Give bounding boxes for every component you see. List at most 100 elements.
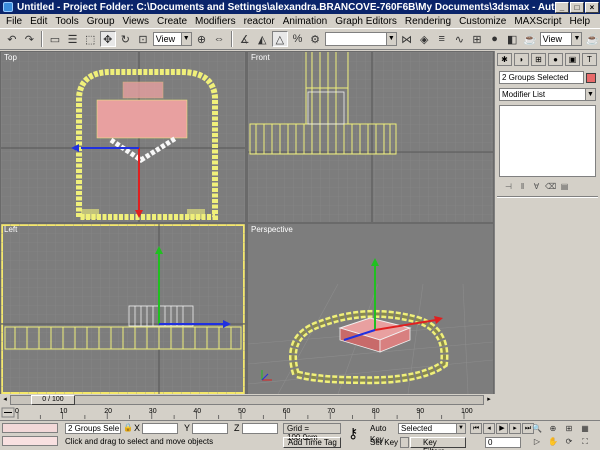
pin-stack-icon[interactable]: ⊣ (503, 181, 514, 192)
menu-group[interactable]: Group (83, 16, 119, 27)
viewport-front[interactable]: Front (248, 52, 493, 222)
render-icon[interactable]: ☕ (522, 31, 538, 47)
viewport-top[interactable]: Top (1, 52, 245, 222)
menu-views[interactable]: Views (119, 16, 154, 27)
motion-tab-icon[interactable]: ● (548, 53, 563, 66)
default-tangent-icon[interactable] (400, 437, 409, 448)
maximize-button[interactable]: □ (570, 1, 584, 13)
schematic-view-icon[interactable]: ⊞ (469, 31, 485, 47)
track-bar-menu-icon[interactable] (1, 407, 15, 418)
pan-icon[interactable]: ✋ (546, 436, 560, 447)
zoom-all-icon[interactable]: ⊕ (546, 423, 560, 434)
mirror-tool-icon[interactable]: ⋈ (399, 31, 415, 47)
menu-help[interactable]: Help (566, 16, 595, 27)
menu-file[interactable]: File (2, 16, 26, 27)
select-object-icon[interactable]: ▭ (47, 31, 63, 47)
menu-graph-editors[interactable]: Graph Editors (331, 16, 401, 27)
minimize-button[interactable]: _ (555, 1, 569, 13)
show-end-result-icon[interactable]: ‖ (517, 181, 528, 192)
zoom-extents-icon[interactable]: ⊞ (562, 423, 576, 434)
select-region-icon[interactable]: ⬚ (82, 31, 98, 47)
utilities-tab-icon[interactable]: T (582, 53, 597, 66)
mirror-icon[interactable]: ⇔ (211, 31, 227, 47)
select-scale-icon[interactable]: ⊡ (135, 31, 151, 47)
redo-icon[interactable]: ↷ (22, 31, 38, 47)
undo-icon[interactable]: ↶ (4, 31, 20, 47)
selection-name-field[interactable]: 2 Groups Selected (499, 71, 584, 84)
orbit-icon[interactable]: ⟳ (562, 436, 576, 447)
add-time-tag-button[interactable]: Add Time Tag (283, 437, 341, 448)
set-key-button[interactable]: Set Key (370, 437, 398, 448)
modify-tab-icon[interactable]: ◗ (514, 53, 529, 66)
auto-key-button[interactable]: Auto Key (370, 423, 398, 444)
viewport-front-label[interactable]: Front (251, 53, 270, 62)
lock-selection-icon[interactable]: 🔒 (123, 423, 133, 433)
angle-snap-icon[interactable]: ◭ (254, 31, 270, 47)
quick-render-icon[interactable]: ☕ (584, 31, 600, 47)
remove-modifier-icon[interactable]: ⌫ (545, 181, 556, 192)
make-unique-icon[interactable]: ∀ (531, 181, 542, 192)
render-type-dropdown[interactable]: View ▼ (539, 32, 583, 46)
select-move-icon[interactable]: ✥ (99, 31, 116, 47)
y-coordinate: Y (184, 423, 229, 434)
maxscript-listener-mini[interactable] (2, 423, 58, 433)
time-slider-prev-icon[interactable]: ◂ (0, 395, 10, 405)
menu-rendering[interactable]: Rendering (401, 16, 455, 27)
align-icon[interactable]: ◈ (416, 31, 432, 47)
menu-edit[interactable]: Edit (26, 16, 51, 27)
maxscript-listener-mini-2[interactable] (2, 436, 58, 446)
time-slider-next-icon[interactable]: ▸ (484, 395, 494, 405)
display-tab-icon[interactable]: ▣ (565, 53, 580, 66)
create-tab-icon[interactable]: ✱ (497, 53, 512, 66)
layer-manager-icon[interactable]: ≡ (434, 31, 450, 47)
track-bar[interactable]: 0 10 20 30 40 50 60 70 80 90 100 (0, 406, 494, 419)
z-coordinate-field[interactable] (241, 423, 278, 434)
next-frame-icon[interactable]: ▸ (509, 423, 521, 434)
maximize-viewport-icon[interactable]: ⛶ (578, 436, 592, 447)
render-setup-icon[interactable]: ◧ (504, 31, 520, 47)
time-slider-track[interactable]: 0 / 100 (10, 395, 484, 405)
modifier-stack[interactable] (499, 105, 596, 177)
menu-customize[interactable]: Customize (455, 16, 510, 27)
select-rotate-icon[interactable]: ↻ (118, 31, 134, 47)
named-selection-icon[interactable]: ⚙ (307, 31, 323, 47)
viewport-left-label[interactable]: Left (4, 225, 17, 234)
snap-icon[interactable]: ∡ (237, 31, 253, 47)
menu-tools[interactable]: Tools (51, 16, 82, 27)
viewport-perspective-label[interactable]: Perspective (251, 225, 293, 234)
x-coordinate-field[interactable] (142, 423, 179, 434)
spinner-snap-icon[interactable]: % (290, 31, 306, 47)
y-coordinate-field[interactable] (192, 423, 229, 434)
key-filters-button[interactable]: Key Filters... (410, 437, 466, 450)
play-icon[interactable]: ▶ (496, 423, 508, 434)
zoom-extents-all-icon[interactable]: ▦ (578, 423, 592, 434)
menu-modifiers[interactable]: Modifiers (191, 16, 240, 27)
field-of-view-icon[interactable]: ▷ (530, 436, 544, 447)
close-button[interactable]: × (585, 1, 599, 13)
time-slider-thumb[interactable]: 0 / 100 (31, 395, 75, 405)
hierarchy-tab-icon[interactable]: ⊞ (531, 53, 546, 66)
set-key-icon[interactable]: ⚷ (348, 425, 358, 442)
curve-editor-icon[interactable]: ∿ (452, 31, 468, 47)
current-frame-field[interactable]: 0 (485, 437, 521, 448)
menu-create[interactable]: Create (153, 16, 191, 27)
go-to-start-icon[interactable]: ⏮ (470, 423, 482, 434)
menu-maxscript[interactable]: MAXScript (510, 16, 565, 27)
menu-reactor[interactable]: reactor (240, 16, 279, 27)
reference-coordinate-dropdown[interactable]: View ▼ (152, 32, 192, 46)
zoom-icon[interactable]: 🔍 (530, 423, 544, 434)
pivot-icon[interactable]: ⊕ (194, 31, 210, 47)
configure-modifier-sets-icon[interactable]: ▤ (559, 181, 570, 192)
viewport-left[interactable]: Left (1, 224, 245, 394)
viewport-top-label[interactable]: Top (4, 53, 17, 62)
previous-frame-icon[interactable]: ◂ (483, 423, 495, 434)
menu-animation[interactable]: Animation (279, 16, 331, 27)
material-editor-icon[interactable]: ● (487, 31, 503, 47)
modifier-list-dropdown[interactable]: Modifier List ▼ (499, 88, 596, 101)
named-selection-sets-dropdown[interactable]: ▼ (324, 32, 397, 46)
viewport-perspective[interactable]: Perspective (248, 224, 493, 394)
select-by-name-icon[interactable]: ☰ (65, 31, 81, 47)
percent-snap-icon[interactable]: △ (272, 31, 288, 47)
object-color-swatch[interactable] (586, 72, 596, 83)
key-mode-dropdown[interactable]: Selected ▼ (398, 423, 466, 434)
